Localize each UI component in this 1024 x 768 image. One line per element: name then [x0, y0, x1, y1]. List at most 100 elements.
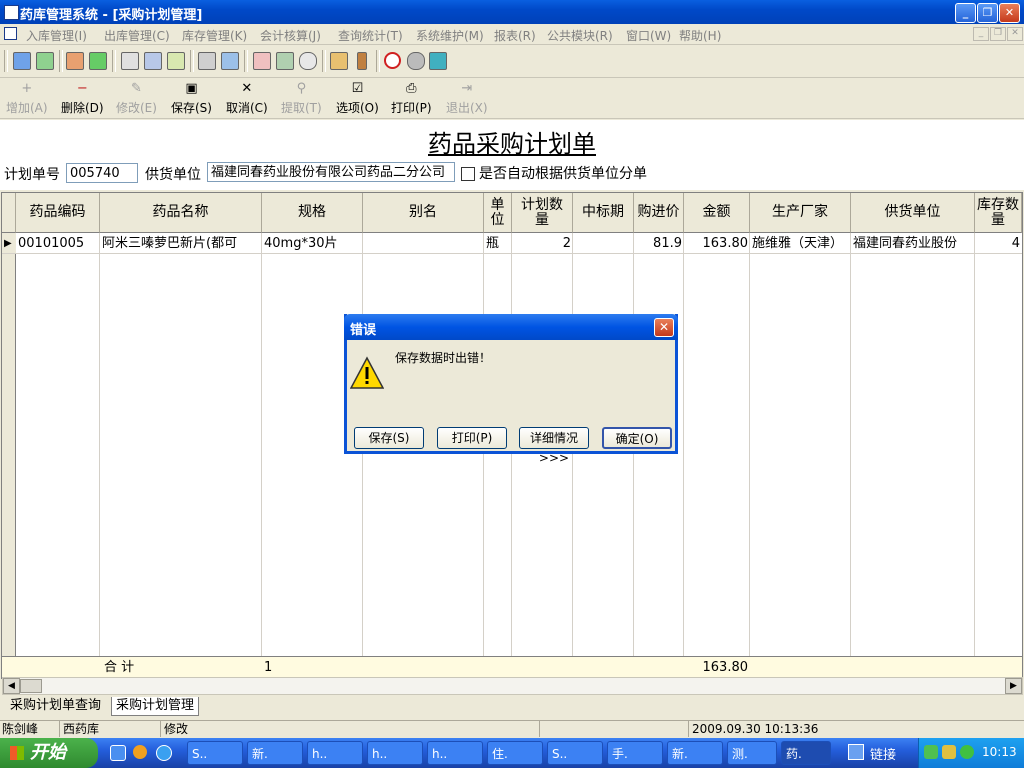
menu-inventory[interactable]: 库存管理(K)	[182, 27, 247, 44]
col-header-alias[interactable]: 别名	[363, 193, 484, 233]
tools-icon[interactable]	[276, 52, 294, 70]
scroll-right-icon[interactable]: ▶	[1005, 678, 1022, 694]
task-button[interactable]: h..	[367, 741, 423, 765]
dialog-close-button[interactable]: ✕	[654, 318, 674, 337]
col-header-amount[interactable]: 金额	[684, 193, 750, 233]
cell-amount[interactable]: 163.80	[684, 233, 750, 254]
cancel-button[interactable]: ✕ 取消(C)	[226, 82, 268, 116]
tab-plan-query[interactable]: 采购计划单查询	[6, 697, 105, 715]
quicklaunch-media-icon[interactable]	[133, 745, 147, 759]
task-button[interactable]: S..	[187, 741, 243, 765]
cell-stock[interactable]: 4	[975, 233, 1022, 254]
export-icon[interactable]	[36, 52, 54, 70]
form-icon[interactable]	[144, 52, 162, 70]
title-bar[interactable]: 药库管理系统 - [采购计划管理] _ ❐ ✕	[0, 0, 1024, 24]
dialog-title-bar[interactable]: 错误 ✕	[344, 314, 678, 340]
exit-app-icon[interactable]	[429, 52, 447, 70]
restore-button[interactable]: ❐	[977, 3, 998, 23]
cell-code[interactable]: 00101005	[16, 233, 100, 254]
task-button[interactable]: h..	[307, 741, 363, 765]
cell-price[interactable]: 81.9	[634, 233, 684, 254]
task-button-active[interactable]: 药.	[781, 741, 831, 765]
mdi-minimize-icon[interactable]: _	[973, 27, 989, 41]
task-button[interactable]: 新.	[247, 741, 303, 765]
document-icon[interactable]	[66, 52, 84, 70]
close-button[interactable]: ✕	[999, 3, 1020, 23]
col-header-qty[interactable]: 计划数量	[512, 193, 573, 233]
dialog-save-button[interactable]: 保存(S)	[354, 427, 424, 449]
col-header-supplier[interactable]: 供货单位	[851, 193, 975, 233]
list-icon[interactable]	[167, 52, 185, 70]
save-button[interactable]: ▣ 保存(S)	[171, 82, 212, 116]
folder-icon[interactable]	[330, 52, 348, 70]
cell-unit[interactable]: 瓶	[484, 233, 512, 254]
task-button[interactable]: 测.	[727, 741, 777, 765]
menu-inbound[interactable]: 入库管理(I)	[26, 27, 87, 44]
dialog-ok-button[interactable]: 确定(O)	[602, 427, 672, 449]
menu-system[interactable]: 系统维护(M)	[416, 27, 484, 44]
task-button[interactable]: 手.	[607, 741, 663, 765]
mdi-close-icon[interactable]: ✕	[1007, 27, 1023, 41]
supplier-field[interactable]: 福建同春药业股份有限公司药品二分公司	[207, 162, 455, 182]
scroll-left-icon[interactable]: ◀	[3, 678, 20, 694]
thermometer-icon[interactable]	[357, 52, 367, 70]
tray-shield-icon[interactable]	[960, 745, 974, 759]
check-icon[interactable]	[89, 52, 107, 70]
calculator-icon[interactable]	[253, 52, 271, 70]
options-button[interactable]: ☑ 选项(O)	[336, 82, 379, 116]
col-header-name[interactable]: 药品名称	[100, 193, 262, 233]
col-header-spec[interactable]: 规格	[262, 193, 363, 233]
col-header-bid[interactable]: 中标期	[573, 193, 634, 233]
start-button[interactable]: 开始	[0, 738, 98, 768]
stop-icon[interactable]	[384, 52, 401, 69]
mdi-child-icon[interactable]	[4, 27, 17, 40]
task-button[interactable]: S..	[547, 741, 603, 765]
row-selector-icon[interactable]: ▶	[2, 233, 16, 254]
col-header-unit[interactable]: 单位	[484, 193, 512, 233]
menu-query[interactable]: 查询统计(T)	[338, 27, 403, 44]
print-button[interactable]: ⎙ 打印(P)	[391, 82, 432, 116]
menu-window[interactable]: 窗口(W)	[626, 27, 671, 44]
cell-spec[interactable]: 40mg*30片	[262, 233, 363, 254]
cell-name[interactable]: 阿米三嗪萝巴新片(都可	[100, 233, 262, 254]
delete-button[interactable]: − 删除(D)	[61, 82, 104, 116]
clipboard-icon[interactable]	[121, 52, 139, 70]
extract-button[interactable]: ⚲ 提取(T)	[281, 82, 322, 116]
minimize-button[interactable]: _	[955, 3, 976, 23]
task-button[interactable]: 住.	[487, 741, 543, 765]
report-icon[interactable]	[198, 52, 216, 70]
dialog-print-button[interactable]: 打印(P)	[437, 427, 507, 449]
tray-pencil-icon[interactable]	[942, 745, 956, 759]
horizontal-scrollbar[interactable]: ◀ ▶	[2, 677, 1023, 695]
cell-qty[interactable]: 2	[512, 233, 573, 254]
col-header-price[interactable]: 购进价	[634, 193, 684, 233]
tab-plan-manage[interactable]: 采购计划管理	[111, 697, 200, 716]
col-header-stock[interactable]: 库存数量	[975, 193, 1022, 233]
modify-button[interactable]: ✎ 修改(E)	[116, 82, 157, 116]
exit-button[interactable]: ⇥ 退出(X)	[446, 82, 488, 116]
task-button[interactable]: 新.	[667, 741, 723, 765]
menu-help[interactable]: 帮助(H)	[679, 27, 721, 44]
mdi-restore-icon[interactable]: ❐	[990, 27, 1006, 41]
task-button[interactable]: h..	[427, 741, 483, 765]
auto-split-checkbox[interactable]	[461, 167, 475, 181]
menu-outbound[interactable]: 出库管理(C)	[104, 27, 170, 44]
shape-icon[interactable]	[407, 52, 425, 70]
menu-accounting[interactable]: 会计核算(J)	[260, 27, 321, 44]
table-icon[interactable]	[221, 52, 239, 70]
dialog-details-button[interactable]: 详细情况>>>	[519, 427, 589, 465]
scroll-thumb[interactable]	[20, 679, 42, 693]
search-icon[interactable]	[299, 52, 317, 70]
cell-maker[interactable]: 施维雅（天津）	[750, 233, 851, 254]
links-toolbar[interactable]: 链接	[870, 744, 896, 763]
tray-network-icon[interactable]	[924, 745, 938, 759]
quicklaunch-desktop-icon[interactable]	[110, 745, 126, 761]
import-icon[interactable]	[13, 52, 31, 70]
add-button[interactable]: + 增加(A)	[6, 82, 48, 116]
col-header-code[interactable]: 药品编码	[16, 193, 100, 233]
cell-alias[interactable]	[363, 233, 484, 254]
plan-no-field[interactable]: 005740	[66, 163, 138, 183]
cell-supplier[interactable]: 福建同春药业股份	[851, 233, 975, 254]
quicklaunch-ie-icon[interactable]	[156, 745, 172, 761]
menu-common[interactable]: 公共模块(R)	[547, 27, 613, 44]
